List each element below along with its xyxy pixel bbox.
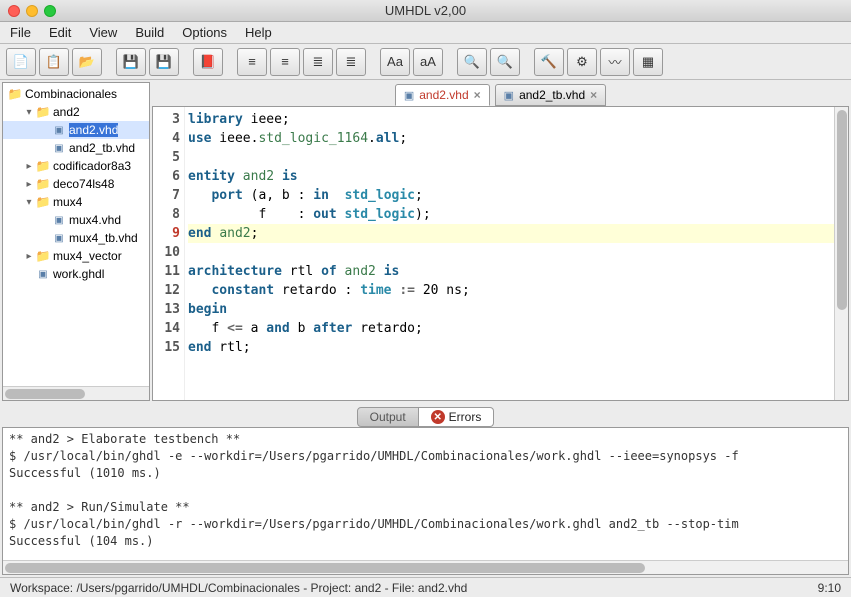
status-right: 9:10 bbox=[818, 581, 841, 595]
menu-view[interactable]: View bbox=[89, 25, 117, 40]
file-icon: ▣ bbox=[504, 89, 514, 102]
wave-icon[interactable]: 〰 bbox=[600, 48, 630, 76]
tab-and2_tb-vhd[interactable]: ▣and2_tb.vhd× bbox=[495, 84, 606, 106]
hammer-icon[interactable]: 🔨 bbox=[534, 48, 564, 76]
comment-icon[interactable]: ≣ bbox=[303, 48, 333, 76]
close-tab-icon[interactable]: × bbox=[590, 88, 597, 102]
console-line: Successful (1010 ms.) bbox=[9, 466, 842, 483]
console-line bbox=[9, 483, 842, 500]
console-line: $ /usr/local/bin/ghdl -e --workdir=/User… bbox=[9, 449, 842, 466]
tree-folder-and2[interactable]: ▾📁and2 bbox=[3, 103, 149, 121]
code-line-5[interactable] bbox=[188, 148, 848, 167]
tree-file-mux4_tb-vhd[interactable]: ▣mux4_tb.vhd bbox=[3, 229, 149, 247]
code-line-3[interactable]: library ieee; bbox=[188, 110, 848, 129]
window-title: UMHDL v2,00 bbox=[0, 3, 851, 18]
tree-folder-mux4[interactable]: ▾📁mux4 bbox=[3, 193, 149, 211]
menu-options[interactable]: Options bbox=[182, 25, 227, 40]
outdent-icon[interactable]: ≡ bbox=[237, 48, 267, 76]
new-project-icon[interactable]: 📋 bbox=[39, 48, 69, 76]
close-tab-icon[interactable]: × bbox=[474, 88, 481, 102]
code-editor[interactable]: 3456789101112131415 library ieee;use iee… bbox=[152, 106, 849, 401]
code-line-15[interactable]: end rtl; bbox=[188, 338, 848, 357]
font-small-icon[interactable]: Aa bbox=[380, 48, 410, 76]
new-file-icon[interactable]: 📄 bbox=[6, 48, 36, 76]
menu-help[interactable]: Help bbox=[245, 25, 272, 40]
statusbar: Workspace: /Users/pgarrido/UMHDL/Combina… bbox=[0, 577, 851, 597]
tree-folder-mux4_vector[interactable]: ▸📁mux4_vector bbox=[3, 247, 149, 265]
error-icon: ✕ bbox=[431, 410, 445, 424]
menu-edit[interactable]: Edit bbox=[49, 25, 71, 40]
toolbar: 📄📋📂💾💾📕≡≡≣≣AaaA🔍🔍🔨⚙〰▦ bbox=[0, 44, 851, 80]
save-icon[interactable]: 💾 bbox=[116, 48, 146, 76]
code-line-13[interactable]: begin bbox=[188, 300, 848, 319]
console-line: $ /usr/local/bin/ghdl -r --workdir=/User… bbox=[9, 517, 842, 534]
tree-hscroll[interactable] bbox=[3, 386, 149, 400]
tree-root[interactable]: Combinacionales bbox=[25, 87, 117, 101]
code-line-8[interactable]: f : out std_logic); bbox=[188, 205, 848, 224]
code-line-14[interactable]: f <= a and b after retardo; bbox=[188, 319, 848, 338]
console-line: Successful (104 ms.) bbox=[9, 534, 842, 551]
code-line-12[interactable]: constant retardo : time := 20 ns; bbox=[188, 281, 848, 300]
pdf-icon[interactable]: 📕 bbox=[193, 48, 223, 76]
bottom-tab-output[interactable]: Output bbox=[357, 407, 419, 427]
bottom-tabs: Output✕Errors bbox=[2, 405, 849, 427]
font-large-icon[interactable]: aA bbox=[413, 48, 443, 76]
zoom-out-icon[interactable]: 🔍 bbox=[490, 48, 520, 76]
indent-icon[interactable]: ≡ bbox=[270, 48, 300, 76]
tree-folder-deco74ls48[interactable]: ▸📁deco74ls48 bbox=[3, 175, 149, 193]
tree-file-mux4-vhd[interactable]: ▣mux4.vhd bbox=[3, 211, 149, 229]
tree-file-and2_tb-vhd[interactable]: ▣and2_tb.vhd bbox=[3, 139, 149, 157]
zoom-in-icon[interactable]: 🔍 bbox=[457, 48, 487, 76]
menu-build[interactable]: Build bbox=[135, 25, 164, 40]
console-line: ** and2 > Elaborate testbench ** bbox=[9, 432, 842, 449]
editor-tabs: ▣and2.vhd×▣and2_tb.vhd× bbox=[152, 82, 849, 106]
editor-vscroll[interactable] bbox=[834, 107, 848, 400]
line-gutter: 3456789101112131415 bbox=[153, 107, 185, 400]
console-hscroll[interactable] bbox=[3, 560, 848, 574]
console-output[interactable]: ** and2 > Elaborate testbench **$ /usr/l… bbox=[2, 427, 849, 575]
status-left: Workspace: /Users/pgarrido/UMHDL/Combina… bbox=[10, 581, 467, 595]
tree-file-work-ghdl[interactable]: ▣work.ghdl bbox=[3, 265, 149, 283]
code-line-6[interactable]: entity and2 is bbox=[188, 167, 848, 186]
code-area[interactable]: library ieee;use ieee.std_logic_1164.all… bbox=[185, 107, 848, 400]
code-line-7[interactable]: port (a, b : in std_logic; bbox=[188, 186, 848, 205]
uncomment-icon[interactable]: ≣ bbox=[336, 48, 366, 76]
code-line-11[interactable]: architecture rtl of and2 is bbox=[188, 262, 848, 281]
tab-and2-vhd[interactable]: ▣and2.vhd× bbox=[395, 84, 490, 106]
open-icon[interactable]: 📂 bbox=[72, 48, 102, 76]
file-icon: ▣ bbox=[404, 89, 414, 102]
titlebar: UMHDL v2,00 bbox=[0, 0, 851, 22]
menubar: File Edit View Build Options Help bbox=[0, 22, 851, 44]
save-all-icon[interactable]: 💾 bbox=[149, 48, 179, 76]
console-line: ** and2 > Run/Simulate ** bbox=[9, 500, 842, 517]
gear-icon[interactable]: ⚙ bbox=[567, 48, 597, 76]
code-line-4[interactable]: use ieee.std_logic_1164.all; bbox=[188, 129, 848, 148]
code-line-10[interactable] bbox=[188, 243, 848, 262]
chip-icon[interactable]: ▦ bbox=[633, 48, 663, 76]
menu-file[interactable]: File bbox=[10, 25, 31, 40]
bottom-tab-errors[interactable]: ✕Errors bbox=[419, 407, 495, 427]
project-tree: 📁Combinacionales▾📁and2▣and2.vhd▣and2_tb.… bbox=[2, 82, 150, 401]
bottom-panel: Output✕Errors ** and2 > Elaborate testbe… bbox=[2, 405, 849, 575]
tree-folder-codificador8a3[interactable]: ▸📁codificador8a3 bbox=[3, 157, 149, 175]
tree-file-and2-vhd[interactable]: ▣and2.vhd bbox=[3, 121, 149, 139]
code-line-9[interactable]: end and2; bbox=[188, 224, 848, 243]
